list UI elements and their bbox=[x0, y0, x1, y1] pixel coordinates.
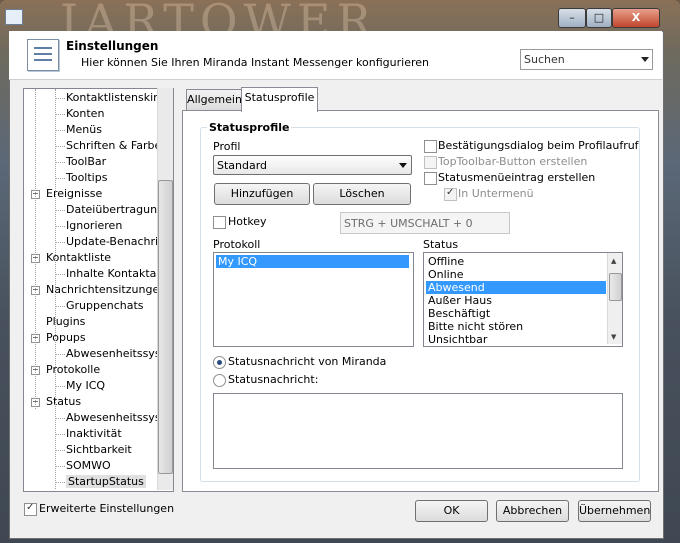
status-list-scrollbar-thumb[interactable] bbox=[609, 273, 622, 301]
ok-button[interactable]: OK bbox=[415, 500, 488, 522]
message-from-miranda-label: Statusnachricht von Miranda bbox=[228, 355, 387, 368]
status-menu-entry-checkbox[interactable] bbox=[424, 172, 437, 185]
page-subtitle: Hier können Sie Ihren Miranda Instant Me… bbox=[81, 56, 429, 69]
status-menu-entry-label: Statusmenüeintrag erstellen bbox=[438, 171, 596, 184]
tree-item[interactable]: My ICQ bbox=[66, 379, 105, 392]
toolbar-button-checkbox[interactable] bbox=[424, 156, 437, 169]
group-title: Statusprofile bbox=[207, 121, 292, 134]
tree-item[interactable]: Kontaktlistenskin bbox=[66, 91, 160, 104]
search-value: Suchen bbox=[524, 53, 565, 66]
status-label: Status bbox=[423, 238, 459, 251]
chevron-down-icon[interactable] bbox=[641, 57, 649, 62]
custom-message-label: Statusnachricht: bbox=[228, 373, 319, 386]
tree-item[interactable]: Ignorieren bbox=[66, 219, 122, 232]
status-item-bitte-nicht-stoeren[interactable]: Bitte nicht stören bbox=[426, 320, 525, 333]
scroll-down-icon[interactable]: ▼ bbox=[611, 333, 616, 341]
tree-item[interactable]: StartupStatus bbox=[66, 475, 146, 488]
tree-item[interactable]: Tooltips bbox=[66, 171, 107, 184]
apply-button[interactable]: Übernehmen bbox=[578, 500, 651, 522]
tree-item[interactable]: SOMWO bbox=[66, 459, 111, 472]
tree-item[interactable]: Nachrichtensitzungen bbox=[46, 283, 166, 296]
profile-label: Profil bbox=[213, 140, 241, 153]
tree-scrollbar-thumb[interactable] bbox=[158, 180, 173, 474]
profile-select-value: Standard bbox=[217, 159, 268, 172]
tree-item[interactable]: Status bbox=[46, 395, 81, 408]
minimize-button[interactable]: – bbox=[558, 8, 586, 28]
tree-item[interactable]: Inaktivität bbox=[66, 427, 122, 440]
cancel-button[interactable]: Abbrechen bbox=[496, 500, 569, 522]
status-list-scrollbar[interactable]: ▲ ▼ bbox=[607, 253, 622, 344]
search-combo[interactable]: Suchen bbox=[520, 49, 653, 70]
custom-message-radio[interactable] bbox=[213, 374, 226, 387]
hotkey-input[interactable]: STRG + UMSCHALT + 0 bbox=[340, 212, 510, 234]
tree-item[interactable]: Schriften & Farben bbox=[66, 139, 168, 152]
page-title: Einstellungen bbox=[66, 39, 159, 53]
options-tree[interactable]: Kontaktlistenskin Konten Menüs Schriften & … bbox=[23, 88, 174, 492]
advanced-settings-checkbox[interactable] bbox=[24, 502, 37, 516]
protocol-label: Protokoll bbox=[213, 238, 261, 251]
toolbar-button-label: TopToolbar-Button erstellen bbox=[438, 155, 588, 168]
hotkey-value: STRG + UMSCHALT + 0 bbox=[344, 217, 473, 230]
protocol-list[interactable]: My ICQ bbox=[213, 252, 414, 347]
confirm-dialog-label: Bestätigungsdialog beim Profilaufruf bbox=[438, 139, 639, 152]
confirm-dialog-checkbox[interactable] bbox=[424, 140, 437, 153]
tree-item[interactable]: Gruppenchats bbox=[66, 299, 144, 312]
status-item-abwesend[interactable]: Abwesend bbox=[426, 281, 606, 294]
profile-select[interactable]: Standard bbox=[213, 155, 412, 175]
maximize-button[interactable]: □ bbox=[586, 8, 612, 28]
in-submenu-label: In Untermenü bbox=[458, 187, 534, 200]
tree-item[interactable]: Konten bbox=[66, 107, 104, 120]
settings-icon bbox=[27, 39, 59, 71]
status-item-beschaeftigt[interactable]: Beschäftigt bbox=[426, 307, 492, 320]
hotkey-checkbox[interactable] bbox=[213, 216, 226, 229]
scroll-up-icon[interactable]: ▲ bbox=[611, 257, 616, 265]
status-item-unsichtbar[interactable]: Unsichtbar bbox=[426, 333, 489, 346]
add-profile-button[interactable]: Hinzufügen bbox=[214, 183, 310, 205]
tree-item[interactable]: Popups bbox=[46, 331, 86, 344]
advanced-settings-label: Erweiterte Einstellungen bbox=[39, 502, 175, 515]
status-list[interactable]: Offline Online Abwesend Außer Haus Besch… bbox=[423, 252, 623, 347]
status-item-online[interactable]: Online bbox=[426, 268, 465, 281]
in-submenu-checkbox[interactable] bbox=[444, 187, 457, 201]
tab-allgemein[interactable]: Allgemein bbox=[186, 89, 243, 110]
tree-item[interactable]: Sichtbarkeit bbox=[66, 443, 132, 456]
message-from-miranda-radio[interactable] bbox=[213, 356, 226, 369]
hotkey-label: Hotkey bbox=[228, 215, 267, 228]
chevron-down-icon bbox=[399, 163, 407, 168]
status-item-ausser-haus[interactable]: Außer Haus bbox=[426, 294, 494, 307]
close-button[interactable]: X bbox=[612, 8, 660, 28]
app-icon[interactable] bbox=[5, 9, 23, 25]
tree-item[interactable]: Menüs bbox=[66, 123, 102, 136]
tree-item[interactable]: ToolBar bbox=[66, 155, 106, 168]
status-message-textarea[interactable] bbox=[213, 393, 623, 469]
tab-statusprofile[interactable]: Statusprofile bbox=[241, 87, 318, 112]
protocol-list-item[interactable]: My ICQ bbox=[216, 255, 409, 268]
tree-item[interactable]: Plugins bbox=[46, 315, 85, 328]
delete-profile-button[interactable]: Löschen bbox=[313, 183, 411, 205]
status-item-offline[interactable]: Offline bbox=[426, 255, 466, 268]
